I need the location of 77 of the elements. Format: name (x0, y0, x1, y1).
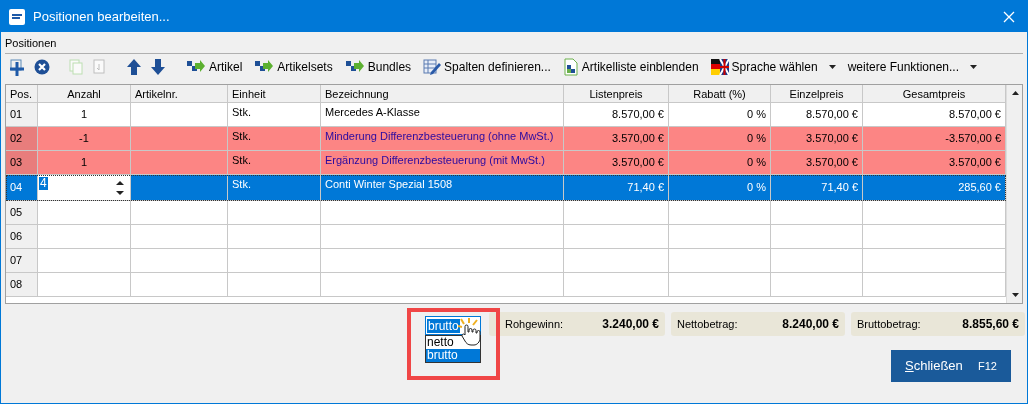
table-cell-text: 8.570,00 € (805, 107, 858, 123)
table-row[interactable]: 08 (6, 273, 1006, 297)
table-cell-text: 07 (10, 253, 24, 269)
window-title: Positionen bearbeiten... (33, 7, 170, 26)
table-cell-text: 02 (10, 131, 24, 147)
table-row[interactable]: 07 (6, 249, 1006, 273)
table-cell-text: 08 (10, 277, 24, 293)
table-cell-text: 8.570,00 € (948, 107, 1001, 123)
table-cell-text: 05 (10, 205, 24, 221)
table-row[interactable]: 03 1 Stk. Ergänzung Differenzbesteuerung (mit MwSt.) 3.570,00 € 0 % 3.570,00 € 3.570,00 € (6, 151, 1006, 175)
column-header[interactable]: Pos. (6, 85, 38, 103)
table-edit-icon (423, 59, 442, 75)
table-cell-text: 285,60 € (957, 180, 1001, 196)
column-header[interactable]: Listenpreis (564, 85, 669, 103)
table-cell-text: 3.570,00 € (611, 131, 664, 147)
table-cell-text: 1 (79, 155, 89, 171)
table-cell-text: Stk. (232, 105, 252, 120)
table-cell-text: 3.570,00 € (805, 131, 858, 147)
table-row[interactable]: 04 4 Stk. Conti Winter Spezial 1508 71,40 € 0 % 71,40 € 285,60 € (6, 175, 1006, 201)
toolbar-button[interactable]: Artikelliste einblenden (559, 56, 702, 78)
table-row[interactable]: 05 (6, 201, 1006, 225)
table-cell-text: 03 (10, 155, 24, 171)
table-cell-text: 1 (79, 107, 89, 123)
close-icon[interactable] (1003, 10, 1015, 23)
toolbar-button[interactable]: weitere Funktionen... (844, 56, 981, 78)
flag-icon (710, 59, 729, 75)
table-cell-text: 0 % (746, 131, 766, 147)
toolbar-button[interactable]: Bundles (341, 56, 415, 78)
app-icon (9, 8, 25, 25)
column-header[interactable]: Anzahl (38, 85, 131, 103)
scrollbar[interactable] (1006, 85, 1022, 303)
toolbar-button[interactable]: Artikelsets (251, 56, 336, 78)
total-label: Bruttobetrag: (857, 316, 921, 332)
table-cell-text: 04 (10, 180, 24, 196)
column-header[interactable]: Artikelnr. (131, 85, 228, 103)
column-header[interactable]: Rabatt (%) (669, 85, 771, 103)
group-label: Positionen (5, 36, 58, 50)
table-cell-text: Mercedes A-Klasse (325, 105, 421, 120)
table-cell-text: 0 % (746, 155, 766, 171)
table-cell-text: 0 % (746, 180, 766, 196)
column-header[interactable]: Einzelpreis (771, 85, 863, 103)
column-header[interactable]: Einheit (228, 85, 321, 103)
table-cell-text: 3.570,00 € (611, 155, 664, 171)
table-row[interactable]: 02 -1 Stk. Minderung Differenzbesteuerung (ohne MwSt.) 3.570,00 € 0 % 3.570,00 € -3.570,00 € (6, 127, 1006, 151)
total-value: 8.855,60 € (962, 316, 1019, 333)
toolbar-button[interactable]: Sprache wählen (707, 56, 839, 78)
total-label: Nettobetrag: (677, 316, 738, 332)
table-cell-text: 01 (10, 107, 24, 123)
table-row[interactable]: 01 1 Stk. Mercedes A-Klasse 8.570,00 € 0 % 8.570,00 € 8.570,00 € (6, 103, 1006, 127)
total-label: Rohgewinn: (505, 316, 564, 332)
table-cell-text: Stk. (232, 129, 252, 144)
table-cell-text: 71,40 € (820, 180, 858, 196)
caret-icon (828, 65, 836, 69)
table-cell-text: 8.570,00 € (611, 107, 664, 123)
toolbar-button[interactable]: Spalten definieren... (420, 56, 554, 78)
table-cell-text: Stk. (232, 153, 252, 168)
caret-icon (970, 65, 978, 69)
table-cell-text: 3.570,00 € (805, 155, 858, 171)
total-value: 8.240,00 € (782, 316, 839, 333)
table-row[interactable]: 06 (6, 225, 1006, 249)
table-cell-text: Stk. (232, 177, 252, 192)
table-cell-text: Conti Winter Spezial 1508 (325, 177, 454, 192)
table-cell-text: 0 % (746, 107, 766, 123)
close-button[interactable]: Schließen F12 (891, 350, 1011, 382)
table-cell-text: 3.570,00 € (948, 155, 1001, 171)
total-value: 3.240,00 € (602, 316, 659, 333)
table-cell-text: 06 (10, 229, 24, 245)
toolbar-button[interactable]: Artikel (183, 56, 246, 78)
table-cell-text: 71,40 € (626, 180, 664, 196)
column-header[interactable]: Bezeichnung (321, 85, 564, 103)
dropdown-option[interactable]: brutto (426, 349, 480, 362)
table-cell-text: -3.570,00 € (944, 131, 1001, 147)
table-cell-text: -1 (78, 131, 90, 147)
column-header[interactable]: Gesamtpreis (863, 85, 1006, 103)
table-cell-text: Minderung Differenzbesteuerung (ohne MwSt.) (325, 129, 555, 144)
document-icon (562, 58, 579, 76)
table-cell-text: Ergänzung Differenzbesteuerung (mit MwSt.) (325, 153, 546, 168)
